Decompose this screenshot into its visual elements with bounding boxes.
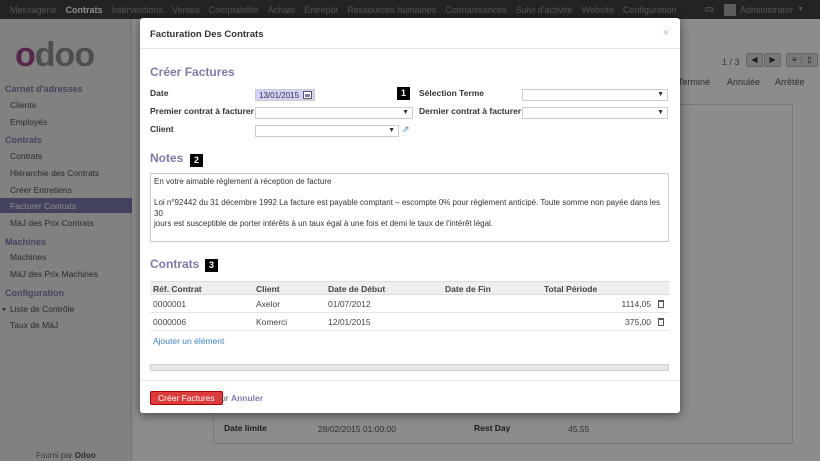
premier-contrat-label: Premier contrat à facturer — [150, 106, 254, 116]
or-cancel: or Annuler — [221, 393, 263, 403]
selection-terme-select[interactable]: ▼ — [522, 89, 668, 101]
table-row[interactable]: 0000006 Komerci 12/01/2015 375,00 — [150, 313, 669, 331]
client-label: Client — [150, 124, 174, 134]
dropdown-caret-icon: ▼ — [402, 109, 409, 116]
dialog-title: Facturation Des Contrats — [150, 29, 264, 40]
col-date-debut[interactable]: Date de Début — [328, 284, 385, 294]
dernier-contrat-label: Dernier contrat à facturer — [419, 106, 522, 116]
notes-line: jours est susceptible de porter intérêts… — [154, 219, 494, 228]
trash-icon[interactable] — [658, 318, 664, 326]
cell-ref: 0000001 — [153, 299, 187, 309]
cell-total: 375,00 — [625, 317, 651, 327]
table-footer — [150, 364, 669, 371]
notes-textarea[interactable]: En votre aimable règlement à réception d… — [150, 173, 669, 242]
selection-terme-label: Sélection Terme — [419, 88, 485, 98]
trash-icon[interactable] — [658, 300, 664, 308]
dialog-header: Facturation Des Contrats × — [140, 18, 680, 49]
cell-ref: 0000006 — [153, 317, 187, 327]
date-value: 13/01/2015 — [259, 91, 300, 100]
marker-2: 2 — [190, 154, 203, 167]
dernier-contrat-select[interactable]: ▼ — [522, 107, 668, 119]
notes-line — [154, 188, 665, 199]
cell-client: Komerci — [256, 317, 288, 327]
add-item-link[interactable]: Ajouter un élément — [153, 336, 224, 346]
client-select[interactable]: ▼ — [255, 125, 399, 137]
contracts-table: Réf. Contrat Client Date de Début Date d… — [150, 281, 669, 331]
cell-date-debut: 12/01/2015 — [328, 317, 371, 327]
contrats-heading: Contrats — [150, 257, 200, 271]
external-link-icon[interactable]: ⇗ — [402, 124, 410, 135]
dropdown-caret-icon: ▼ — [657, 91, 664, 98]
dialog-footer: Créer Factures or Annuler — [140, 380, 680, 413]
cell-date-debut: 01/07/2012 — [328, 299, 371, 309]
table-row[interactable]: 0000001 Axelor 01/07/2012 1114,05 — [150, 295, 669, 313]
marker-1: 1 — [397, 87, 410, 100]
cell-client: Axelor — [256, 299, 281, 309]
marker-3: 3 — [205, 259, 218, 272]
date-field[interactable]: 13/01/2015 — [255, 89, 315, 101]
table-header: Réf. Contrat Client Date de Début Date d… — [150, 281, 669, 295]
date-label: Date — [150, 88, 169, 98]
cell-total: 1114,05 — [621, 299, 651, 309]
invoice-dialog: Facturation Des Contrats × Créer Facture… — [140, 18, 680, 413]
dropdown-caret-icon: ▼ — [388, 127, 395, 134]
cancel-link[interactable]: Annuler — [231, 393, 263, 403]
create-invoices-heading: Créer Factures — [150, 65, 235, 79]
premier-contrat-select[interactable]: ▼ — [255, 107, 413, 119]
notes-line: Loi n°92442 du 31 décembre 1992 La factu… — [154, 198, 661, 218]
create-invoices-button[interactable]: Créer Factures — [150, 391, 223, 405]
notes-line: En votre aimable règlement à réception d… — [154, 177, 332, 186]
notes-heading: Notes — [150, 151, 184, 165]
col-client[interactable]: Client — [256, 284, 280, 294]
col-ref[interactable]: Réf. Contrat — [153, 284, 202, 294]
calendar-icon[interactable] — [303, 91, 312, 99]
col-date-fin[interactable]: Date de Fin — [445, 284, 491, 294]
or-text: or — [221, 393, 229, 403]
close-icon[interactable]: × — [663, 27, 669, 39]
dropdown-caret-icon: ▼ — [657, 109, 664, 116]
col-total-periode[interactable]: Total Période — [544, 284, 597, 294]
